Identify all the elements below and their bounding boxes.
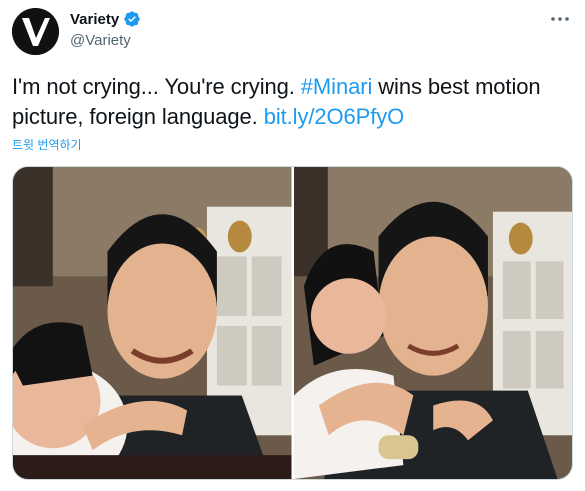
media-grid [12,166,573,480]
author-name-row: Variety [70,10,141,28]
photo-2[interactable] [293,167,572,479]
tweet-text: I'm not crying... You're crying. #Minari… [12,72,572,132]
variety-logo-icon [12,8,59,55]
author-handle[interactable]: @Variety [70,32,131,49]
photo-1[interactable] [13,167,292,479]
more-options-button[interactable] [549,10,571,28]
more-options-icon [551,17,569,21]
hashtag-link[interactable]: #Minari [301,74,373,99]
author-display-name[interactable]: Variety [70,11,119,28]
translate-tweet-link[interactable]: 트윗 번역하기 [12,136,82,153]
url-link[interactable]: bit.ly/2O6PfyO [264,104,405,129]
avatar[interactable] [12,8,59,55]
tweet-card: Variety @Variety I'm not crying... You'r… [0,0,585,491]
photo-2-image [293,167,572,479]
verified-badge-icon [124,11,140,27]
photo-1-image [13,167,292,479]
tweet-text-part-1: I'm not crying... You're crying. [12,74,301,99]
